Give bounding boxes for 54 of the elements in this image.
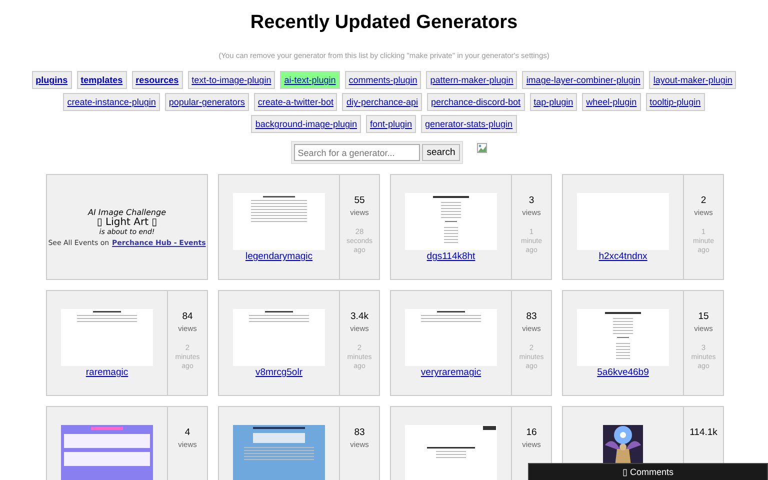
view-count: 15	[698, 311, 709, 322]
tag-link[interactable]: pattern-maker-plugin	[426, 71, 518, 89]
tag-link[interactable]: background-image-plugin	[251, 115, 361, 133]
page-thumbnail[interactable]	[233, 425, 325, 480]
view-count: 3	[528, 195, 534, 206]
page-thumbnail[interactable]	[233, 309, 325, 366]
tag-link[interactable]: comments-plugin	[344, 71, 422, 89]
generator-link[interactable]: veryraremagic	[420, 367, 482, 378]
tag-link[interactable]: font-plugin	[366, 115, 416, 133]
tag-link[interactable]: templates	[76, 71, 127, 89]
view-count: 2	[700, 195, 706, 206]
page-thumbnail[interactable]	[61, 425, 153, 480]
page-title: Recently Updated Generators	[250, 12, 518, 34]
tag-link[interactable]: text-to-image-plugin	[188, 71, 276, 89]
tag-link[interactable]: tap-plugin	[530, 93, 578, 111]
page-thumbnail[interactable]	[405, 193, 497, 250]
view-count: 4	[184, 427, 190, 438]
tag-link[interactable]: ai-text-plugin	[280, 71, 340, 89]
search-button[interactable]: search	[422, 144, 460, 161]
broken-image-icon	[477, 143, 488, 153]
search-field[interactable]: Search for a generator...	[294, 144, 420, 161]
view-count: 83	[526, 311, 537, 322]
tag-link[interactable]: create-instance-plugin	[63, 93, 160, 111]
event-title: AI Image Challenge	[88, 208, 166, 216]
generator-link[interactable]: legendarymagic	[245, 251, 313, 262]
tag-link[interactable]: wheel-plugin	[582, 93, 641, 111]
generator-link[interactable]: h2xc4tndnx	[598, 251, 648, 262]
view-count: 55	[354, 195, 365, 206]
page-thumbnail[interactable]	[61, 309, 153, 366]
tag-link[interactable]: popular-generators	[164, 93, 249, 111]
view-count: 84	[182, 311, 193, 322]
comments-button[interactable]: ▯ Comments	[528, 463, 768, 480]
generator-link[interactable]: raremagic	[86, 367, 128, 378]
tag-link[interactable]: layout-maker-plugin	[649, 71, 736, 89]
tag-link[interactable]: create-a-twitter-bot	[254, 93, 338, 111]
generator-link[interactable]: 5a6kve46b9	[597, 367, 649, 378]
event-name: ▯ Light Art ▯	[96, 216, 158, 228]
page-thumbnail[interactable]	[577, 309, 669, 366]
page-thumbnail[interactable]	[233, 193, 325, 250]
generator-link[interactable]: dgs114k8ht	[426, 251, 476, 262]
view-count: 114.1k	[690, 427, 718, 438]
tag-link[interactable]: image-layer-combiner-plugin	[522, 71, 644, 89]
generator-link[interactable]: v8mrcg5olr	[256, 367, 302, 378]
view-count: 83	[354, 427, 365, 438]
tag-link[interactable]: tooltip-plugin	[646, 93, 705, 111]
view-count: 3.4k	[350, 311, 368, 322]
tag-link[interactable]: perchance-discord-bot	[427, 93, 525, 111]
tag-link[interactable]: resources	[132, 71, 183, 89]
page-thumbnail[interactable]	[405, 425, 497, 480]
view-count: 16	[526, 427, 537, 438]
tag-link[interactable]: generator-stats-plugin	[421, 115, 517, 133]
page-thumbnail[interactable]	[405, 309, 497, 366]
tag-link[interactable]: diy-perchance-api	[342, 93, 422, 111]
tag-link[interactable]: plugins	[32, 71, 72, 89]
